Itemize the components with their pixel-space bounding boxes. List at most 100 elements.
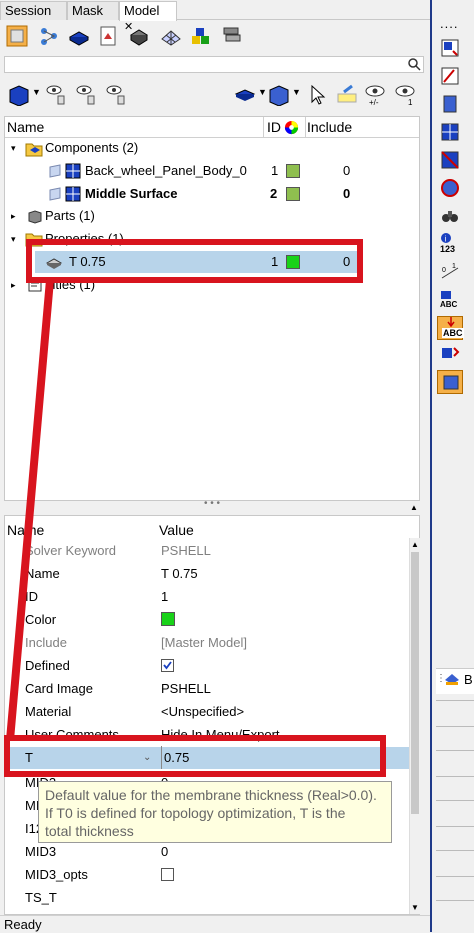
tree-item-back-wheel[interactable]: Back_wheel_Panel_Body_0 (85, 160, 247, 182)
svg-text:i: i (445, 235, 447, 244)
scroll-down-icon[interactable]: ▼ (411, 903, 419, 912)
search-input[interactable] (4, 56, 424, 73)
color-swatch[interactable] (161, 612, 175, 626)
edit-card-icon[interactable] (440, 66, 460, 86)
browser-tab[interactable]: ⋮ B (436, 668, 474, 694)
row-mid3-opts[interactable]: MID3_opts (5, 863, 411, 886)
chevron-down-icon[interactable]: ▼ (258, 87, 267, 97)
components-view-icon[interactable] (6, 25, 28, 47)
folder-icon (25, 143, 43, 157)
highlight-icon[interactable] (336, 84, 358, 106)
row-solver-keyword: Solver Keyword PSHELL (25, 543, 211, 558)
mesh-component-icon (65, 186, 81, 202)
row-mid3[interactable]: MID3 0 (5, 840, 411, 863)
parts-icon (28, 210, 42, 224)
props-scrollbar[interactable]: ▲ ▼ (409, 538, 420, 914)
transparency-icon[interactable] (268, 84, 290, 106)
tree-item-components[interactable]: Components (2) (45, 137, 138, 159)
row-color[interactable]: Color (5, 608, 411, 631)
mesh-view-icon[interactable] (160, 25, 182, 47)
tree-item-parts[interactable]: Parts (1) (45, 205, 95, 227)
tab-mask-label: Mask (72, 3, 104, 18)
stack-icon[interactable] (220, 25, 242, 47)
card-icon[interactable] (440, 38, 460, 58)
entity-display-icon[interactable] (8, 84, 30, 106)
defined-checkbox[interactable] (161, 659, 174, 672)
comp2-id: 2 (270, 186, 278, 201)
frame-active-icon[interactable] (437, 370, 463, 394)
assembly-view-icon[interactable] (68, 25, 90, 47)
color-cubes-icon[interactable] (190, 25, 212, 47)
globe-icon[interactable] (440, 178, 460, 198)
page-icon[interactable] (440, 94, 460, 114)
tooltip-line-1: Default value for the membrane thickness… (45, 787, 377, 803)
entity-tree: Name ID Include ▾ Components (2) Back_wh… (4, 116, 420, 501)
tree-item-middle-surface[interactable]: Middle Surface (85, 183, 177, 205)
connectors-view-icon[interactable] (38, 25, 60, 47)
toolbar-grip: .... (440, 16, 459, 31)
panel-splitter[interactable]: • • • (4, 498, 420, 515)
props-header-value: Value (159, 522, 194, 538)
element-display-icon[interactable] (234, 84, 256, 106)
show-one-icon[interactable]: 1 (394, 84, 416, 106)
comp2-color-swatch[interactable] (286, 187, 300, 201)
row-material[interactable]: Material <Unspecified> (5, 700, 411, 723)
tab-session[interactable]: Session (0, 1, 67, 20)
solid-view-icon[interactable] (128, 25, 150, 47)
svg-text:+/-: +/- (369, 98, 379, 106)
show-icon[interactable] (46, 84, 68, 106)
collapse-icon[interactable]: ▾ (11, 143, 16, 154)
row-ts-t[interactable]: TS_T (5, 886, 411, 909)
shell-icon (49, 164, 61, 178)
props-header-name: Name (7, 522, 45, 538)
expand-icon[interactable]: ▸ (11, 280, 16, 291)
scroll-up-button[interactable]: ▲ (408, 501, 420, 515)
col-header-include[interactable]: Include (307, 117, 352, 137)
grid-red-icon[interactable] (440, 150, 460, 170)
renumber-icon[interactable] (440, 344, 460, 364)
grid-icon[interactable] (440, 122, 460, 142)
label-abc-icon[interactable]: ABC (440, 290, 464, 312)
chevron-down-icon[interactable]: ▼ (32, 87, 41, 97)
splitter-grip: • • • (203, 498, 221, 509)
color-wheel-icon[interactable] (284, 120, 299, 135)
search-icon[interactable] (408, 58, 421, 71)
comp1-id: 1 (271, 163, 279, 178)
scroll-thumb[interactable] (411, 552, 419, 814)
label-active-icon[interactable]: ABC (437, 316, 464, 340)
row-include: Include [Master Model] (25, 635, 247, 650)
tab-session-label: Session (5, 3, 52, 18)
right-toolbar: .... i 123 01 ABC ABC ⋮ B (430, 0, 474, 932)
col-header-name[interactable]: Name (7, 117, 44, 137)
comp2-include: 0 (343, 186, 351, 201)
shell-icon (49, 187, 61, 201)
status-text: Ready (4, 917, 42, 932)
expand-icon[interactable]: ▸ (11, 211, 16, 222)
show-toggle-icon[interactable]: +/- (364, 84, 386, 106)
chevron-down-icon[interactable]: ▼ (292, 87, 301, 97)
mid3-opts-checkbox[interactable] (161, 868, 174, 881)
col-header-id[interactable]: ID (267, 117, 281, 137)
row-card-image[interactable]: Card Image PSHELL (5, 677, 411, 700)
entity-toolbar (0, 22, 430, 52)
tab-mask[interactable]: Mask (67, 1, 119, 20)
mesh-component-icon (65, 163, 81, 179)
collapse-icon[interactable]: ▾ (11, 234, 16, 245)
cursor-icon[interactable] (308, 84, 330, 106)
row-id[interactable]: ID 1 (5, 585, 411, 608)
checkmark-icon (163, 661, 172, 670)
comp1-color-swatch[interactable] (286, 164, 300, 178)
model-report-icon[interactable] (98, 25, 120, 47)
numbering-icon[interactable]: 01 (440, 262, 460, 282)
row-name[interactable]: Name T 0.75 (5, 562, 411, 585)
isolate-icon[interactable] (76, 84, 98, 106)
hide-icon[interactable] (106, 84, 128, 106)
info-count-icon[interactable]: i 123 (440, 232, 464, 258)
binoculars-icon[interactable] (440, 206, 460, 226)
tooltip-line-3: total thickness (45, 823, 134, 839)
row-defined[interactable]: Defined (5, 654, 411, 677)
status-bar: Ready (0, 915, 430, 932)
scroll-up-icon[interactable]: ▲ (411, 540, 419, 549)
tab-model[interactable]: Model ✕ (119, 1, 177, 33)
highlight-box-t-row (4, 735, 386, 777)
